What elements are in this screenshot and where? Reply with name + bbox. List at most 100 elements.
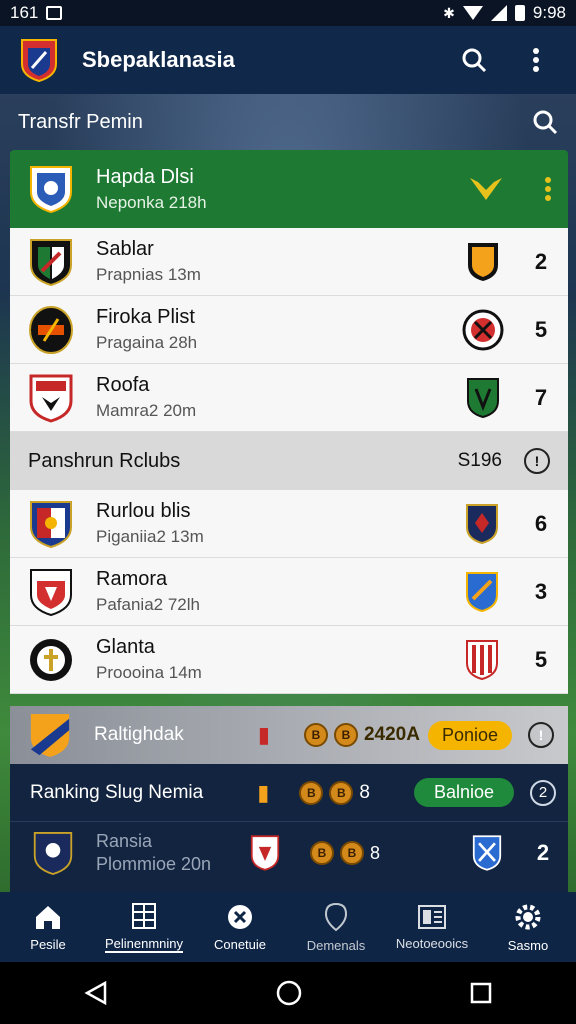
team-sub: Mamra2 20m bbox=[96, 401, 197, 420]
ranking-panel: Ranking Slug Nemia ▮ B B 8 Balnioe 2 Ran… bbox=[10, 764, 568, 892]
section-header: Transfr Pemin bbox=[0, 94, 576, 150]
coin-icon: B bbox=[309, 841, 334, 865]
team-sub: Pafania2 72lh bbox=[96, 595, 200, 614]
nav-details[interactable]: Demenals bbox=[288, 892, 384, 962]
status-bar: 161 ✱ 9:98 bbox=[0, 0, 576, 26]
team-crest-icon bbox=[29, 374, 73, 423]
team-sub: Piganiia2 13m bbox=[96, 527, 204, 546]
team-sub: Pragaina 28h bbox=[96, 333, 198, 352]
team-name: Sablar bbox=[96, 238, 154, 260]
team-crest-icon bbox=[30, 638, 72, 681]
more-menu-button[interactable] bbox=[516, 40, 556, 80]
news-icon bbox=[418, 904, 446, 929]
coin-icon: B bbox=[329, 780, 354, 805]
team-crest-icon bbox=[29, 305, 73, 354]
ranking-team-sub: Plommioe 20n bbox=[96, 854, 212, 874]
more-vert-icon bbox=[533, 48, 539, 72]
team-name: Roofa bbox=[96, 374, 150, 396]
opponent-crest-icon bbox=[468, 242, 498, 281]
team-sub: Proooina 14m bbox=[96, 663, 202, 682]
list-item-text: Roofa Mamra2 20m bbox=[96, 374, 466, 421]
list-item[interactable]: Roofa Mamra2 20m 7 bbox=[10, 364, 568, 432]
featured-name: Hapda Dlsi bbox=[96, 165, 194, 188]
opponent-crest-icon bbox=[467, 377, 499, 418]
featured-more-icon[interactable] bbox=[544, 176, 552, 202]
wifi-icon bbox=[462, 6, 483, 20]
group-title: Panshrun Rclubs bbox=[28, 449, 181, 472]
bottom-nav: Pesile Pelinenmniny Conetuie Demenals Ne… bbox=[0, 892, 576, 962]
ball-icon bbox=[228, 904, 252, 929]
team-crest-icon bbox=[33, 832, 73, 875]
home-circle-icon[interactable] bbox=[275, 979, 303, 1007]
team-name: Glanta bbox=[96, 636, 155, 658]
search-button[interactable] bbox=[454, 40, 494, 80]
featured-row[interactable]: Hapda Dlsi Neponka 218h bbox=[10, 150, 568, 228]
opponent-crest-icon bbox=[466, 571, 498, 612]
nav-settings[interactable]: Sasmo bbox=[480, 892, 576, 962]
nav-ranking[interactable]: Pelinenmniny bbox=[96, 892, 192, 962]
nav-label: Pesile bbox=[30, 936, 66, 952]
nav-home[interactable]: Pesile bbox=[0, 892, 96, 962]
nav-news[interactable]: Neotoeooics bbox=[384, 892, 480, 962]
group-count: S196 bbox=[457, 450, 502, 471]
list-item-text: Firoka Plist Pragaina 28h bbox=[96, 306, 462, 353]
team-name: Firoka Plist bbox=[96, 306, 195, 328]
list-item[interactable]: Sablar Prapnias 13m 2 bbox=[10, 228, 568, 296]
ranking-team-row[interactable]: Ransia Plommioe 20n B B 8 2 bbox=[10, 822, 568, 884]
ranking-pill-button[interactable]: Balnioe bbox=[413, 778, 514, 807]
recents-icon[interactable] bbox=[469, 981, 493, 1005]
bottle-icon: ▮ bbox=[257, 779, 270, 805]
ranking-number: 8 bbox=[359, 781, 370, 803]
search-icon bbox=[462, 48, 487, 73]
bottle-icon: ▮ bbox=[257, 722, 270, 747]
ranking-promo-row[interactable]: Raltighdak ▮ B B 2420A Ponioe ! bbox=[10, 706, 568, 764]
nav-label: Sasmo bbox=[507, 937, 549, 953]
ranking-team-name: Ransia bbox=[96, 831, 153, 851]
ranking-row[interactable]: Ranking Slug Nemia ▮ B B 8 Balnioe 2 bbox=[10, 764, 568, 822]
wings-emblem-icon bbox=[470, 178, 502, 200]
list-item[interactable]: Rurlou blis Piganiia2 13m 6 bbox=[10, 490, 568, 558]
coin-icon: B bbox=[303, 723, 328, 747]
featured-crest-icon bbox=[30, 166, 72, 214]
location-pin-icon bbox=[324, 902, 348, 931]
status-time: 161 bbox=[10, 3, 39, 22]
ranking-team-text: Ransia Plommioe 20n bbox=[96, 831, 250, 875]
score: 7 bbox=[534, 384, 548, 410]
list-item[interactable]: Firoka Plist Pragaina 28h 5 bbox=[10, 296, 568, 364]
promo-pill-button[interactable]: Ponioe bbox=[427, 720, 512, 750]
opponent-crest-icon bbox=[250, 835, 280, 871]
nav-label: Demenals bbox=[306, 937, 366, 953]
promo-amount: 2420A bbox=[363, 724, 420, 745]
list-item[interactable]: Glanta Proooina 14m 5 bbox=[10, 626, 568, 694]
coin-icon: B bbox=[299, 780, 324, 805]
signal-icon bbox=[490, 5, 507, 21]
score: 2 bbox=[534, 248, 548, 274]
nav-label: Pelinenmniny bbox=[104, 935, 184, 953]
gallery-icon bbox=[46, 6, 63, 20]
opponent-crest-icon bbox=[466, 503, 498, 544]
list-item[interactable]: Ramora Pafania2 72lh 3 bbox=[10, 558, 568, 626]
team-sub: Prapnias 13m bbox=[96, 265, 201, 284]
section-search-icon[interactable] bbox=[532, 109, 558, 135]
featured-sub: Neponka 218h bbox=[96, 192, 207, 212]
score: 3 bbox=[534, 578, 548, 604]
ranking-label: Ranking Slug Nemia bbox=[30, 781, 204, 803]
list-item-text: Sablar Prapnias 13m bbox=[96, 238, 466, 285]
info-icon[interactable]: ! bbox=[524, 448, 550, 474]
rank-circle: 2 bbox=[530, 779, 556, 806]
home-icon bbox=[36, 905, 60, 929]
system-nav-bar bbox=[0, 962, 576, 1024]
score: 5 bbox=[534, 646, 548, 672]
info-icon[interactable]: ! bbox=[528, 722, 554, 748]
team-name: Ramora bbox=[96, 568, 168, 590]
status-clock: 9:98 bbox=[532, 3, 566, 22]
featured-text: Hapda Dlsi Neponka 218h bbox=[96, 166, 468, 213]
nav-label: Conetuie bbox=[213, 936, 267, 952]
gear-icon bbox=[515, 904, 541, 929]
opponent-crest-icon bbox=[462, 309, 504, 350]
nav-match[interactable]: Conetuie bbox=[192, 892, 288, 962]
list-item-text: Ramora Pafania2 72lh bbox=[96, 568, 464, 615]
table-icon bbox=[132, 902, 156, 929]
back-icon[interactable] bbox=[83, 980, 109, 1006]
group-header[interactable]: Panshrun Rclubs S196 ! bbox=[10, 432, 568, 490]
